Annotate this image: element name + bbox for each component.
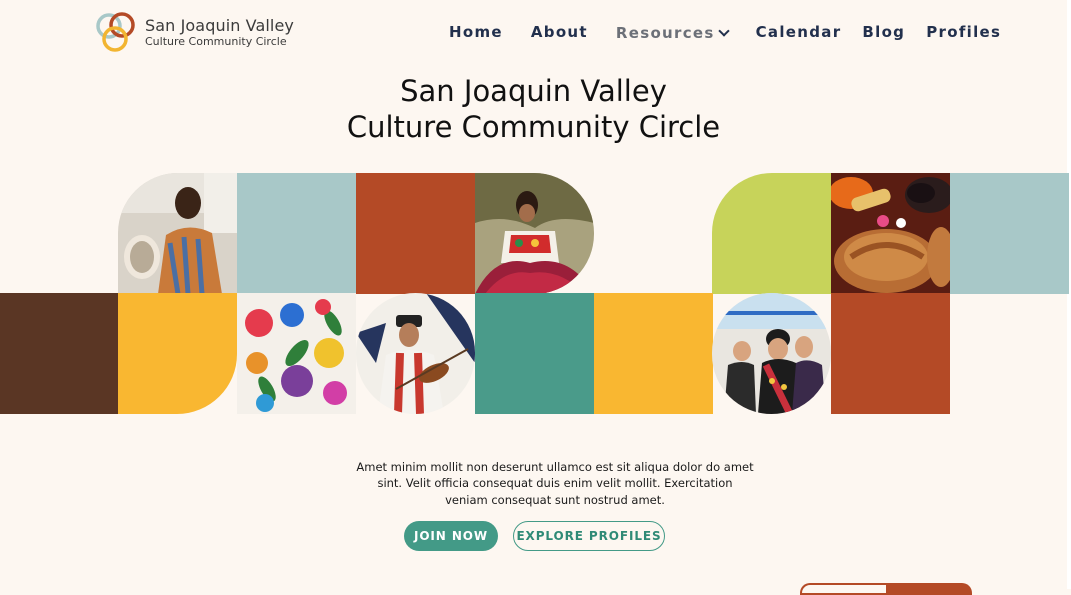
photo-tile-dancer [475, 173, 594, 294]
photo-tile-drummer [118, 173, 237, 294]
page-title: San Joaquin Valley Culture Community Cir… [0, 73, 1067, 145]
nav-profiles[interactable]: Profiles [926, 23, 1001, 41]
logo-name-line2: Culture Community Circle [145, 34, 287, 48]
color-tile-teal [475, 293, 594, 414]
color-tile-yellow-2 [594, 293, 713, 414]
logo-text: San Joaquin Valley Culture Community Cir… [145, 15, 294, 48]
nav-calendar[interactable]: Calendar [756, 23, 842, 41]
nav-resources-label: Resources [615, 23, 715, 42]
color-tile-rust [356, 173, 475, 294]
color-tile-lime [712, 173, 831, 294]
intro-paragraph: Amet minim mollit non deserunt ullamco e… [356, 459, 754, 507]
photo-tile-new-year [712, 293, 831, 414]
join-now-button[interactable]: JOIN NOW [404, 521, 498, 551]
explore-profiles-button[interactable]: EXPLORE PROFILES [513, 521, 665, 551]
logo-name-line1: San Joaquin Valley [145, 15, 294, 35]
next-section-rust-shape [886, 583, 972, 595]
color-tile-light-teal-2 [950, 173, 1069, 294]
photo-mosaic [0, 173, 1069, 414]
photo-tile-violinist [356, 293, 475, 414]
nav-about[interactable]: About [531, 23, 588, 41]
photo-tile-ofrenda [831, 173, 950, 294]
logo-rings-icon [96, 12, 135, 52]
color-tile-brown [0, 293, 119, 414]
nav-resources[interactable]: Resources [615, 23, 730, 42]
color-tile-yellow [118, 293, 237, 414]
site-logo[interactable]: San Joaquin Valley Culture Community Cir… [93, 9, 294, 55]
title-line2: Culture Community Circle [346, 110, 721, 144]
photo-tile-embroidery [237, 293, 356, 414]
color-tile-light-teal [237, 173, 356, 294]
nav-home[interactable]: Home [449, 23, 503, 41]
main-nav: Home About Resources Calendar Blog Profi… [449, 20, 1001, 44]
next-section-outline-shape [800, 583, 888, 595]
nav-blog[interactable]: Blog [862, 23, 905, 41]
color-tile-rust-2 [831, 293, 950, 414]
title-line1: San Joaquin Valley [400, 74, 667, 108]
chevron-down-icon [717, 24, 730, 37]
